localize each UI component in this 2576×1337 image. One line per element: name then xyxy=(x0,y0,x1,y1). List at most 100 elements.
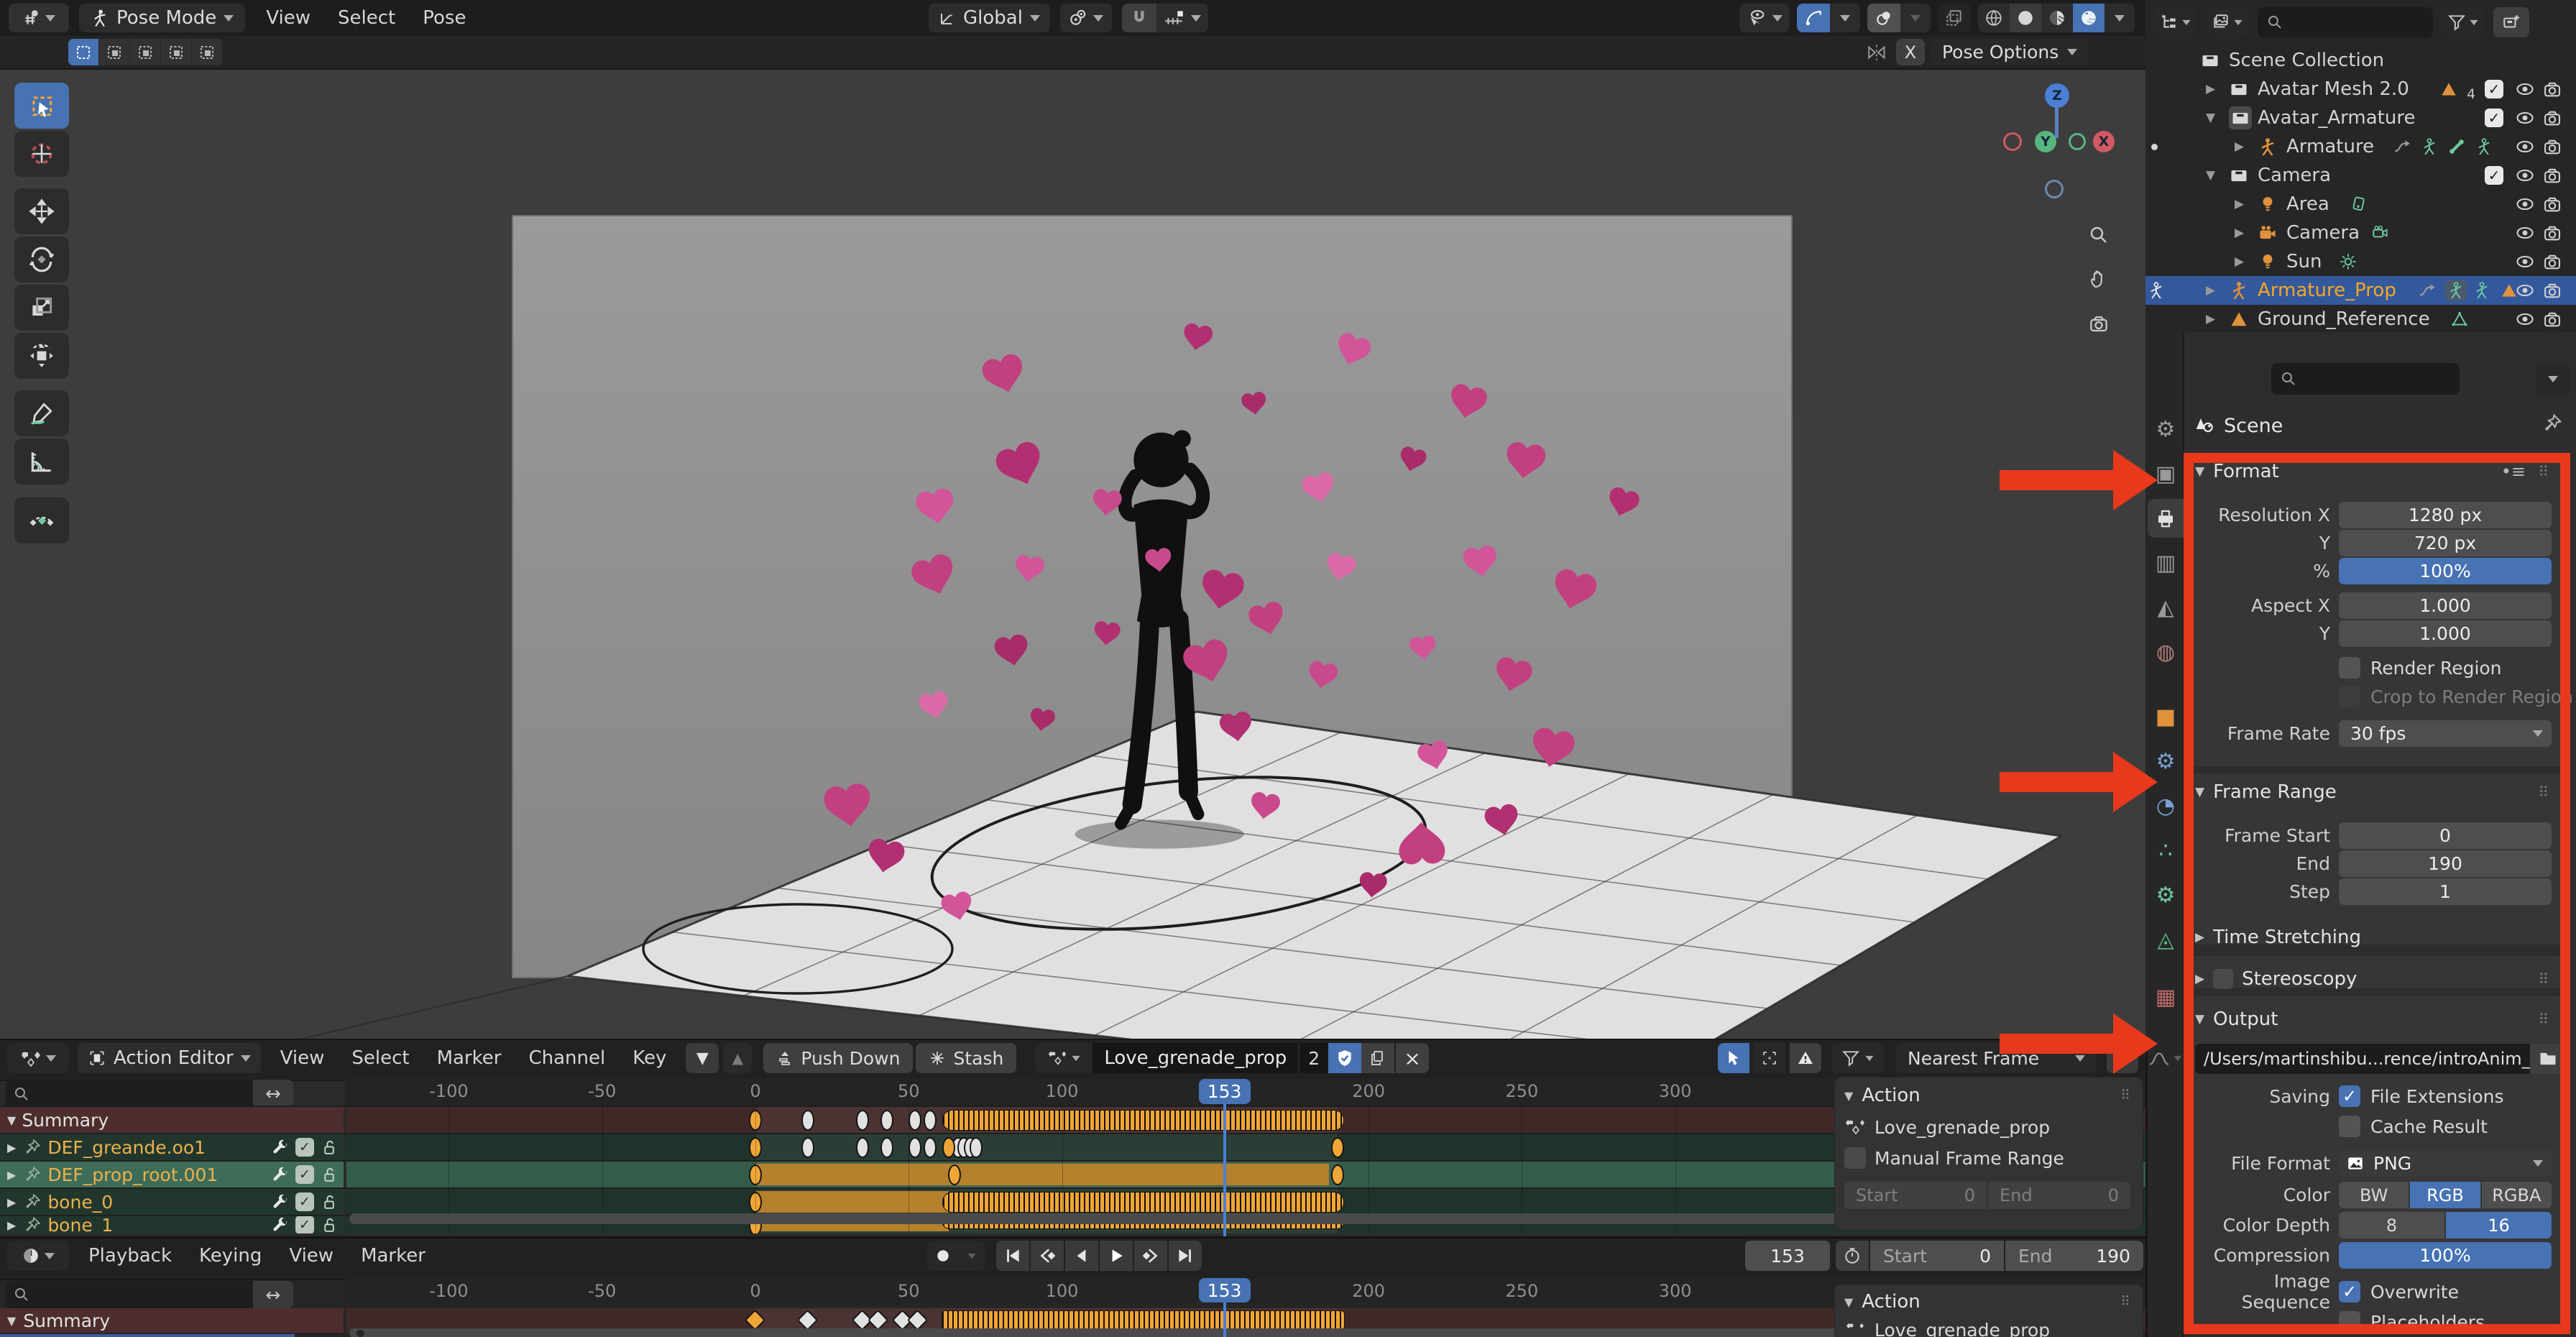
prop---field[interactable]: 100% xyxy=(2339,558,2552,584)
outliner-search[interactable] xyxy=(2258,7,2433,37)
menu-pose[interactable]: Pose xyxy=(409,4,479,32)
gizmo-x-axis[interactable]: X xyxy=(2093,131,2115,152)
prop-check-crop-to-render-region[interactable]: Crop to Render Region xyxy=(2339,684,2573,709)
gizmo-y-axis[interactable]: Y xyxy=(2035,131,2056,152)
keyframe[interactable] xyxy=(908,1110,921,1131)
pose-options-dropdown[interactable]: Pose Options xyxy=(1931,39,2089,65)
prev-key-button[interactable] xyxy=(1031,1241,1064,1271)
timeline-playhead-line[interactable] xyxy=(1223,1302,1226,1337)
action-users-button[interactable]: 2 xyxy=(1298,1043,1328,1073)
wrench-icon[interactable] xyxy=(272,1166,290,1184)
keyframe[interactable] xyxy=(908,1137,921,1158)
menu-view[interactable]: View xyxy=(252,4,324,32)
dope-mode-selector[interactable]: Action Editor xyxy=(78,1043,261,1073)
select-mode-subtract[interactable] xyxy=(130,39,160,65)
pin-icon[interactable] xyxy=(2542,413,2563,434)
lock-open-icon[interactable] xyxy=(320,1193,338,1211)
prop-aspect-x-field[interactable]: 1.000 xyxy=(2339,592,2552,619)
next-key-button[interactable] xyxy=(1134,1241,1167,1271)
properties-tab-constraint[interactable]: ⚙ xyxy=(2148,876,2184,914)
timeline-search[interactable] xyxy=(6,1281,253,1308)
proportional-falloff-selector[interactable] xyxy=(1830,4,1860,32)
channel-enable-checkbox[interactable]: ✓ xyxy=(295,1165,314,1184)
expander-icon[interactable]: ▶ xyxy=(7,1218,16,1232)
prop-end-field[interactable]: 190 xyxy=(2339,850,2552,877)
dope-collapse-button[interactable]: ▲ xyxy=(723,1043,752,1073)
expander-icon[interactable]: ▶ xyxy=(7,1168,16,1182)
expander-icon[interactable]: ▶ xyxy=(7,1141,16,1154)
keyframe-selected[interactable] xyxy=(1331,1137,1344,1158)
wrench-icon[interactable] xyxy=(272,1216,290,1233)
tool-transform[interactable] xyxy=(14,333,69,379)
properties-tab-physics[interactable]: ◔ xyxy=(2148,786,2184,825)
wrench-icon[interactable] xyxy=(272,1193,290,1211)
outliner-item-label[interactable]: Camera xyxy=(2258,165,2331,186)
output-path-field[interactable]: /Users/martinshibu...rence/introAnim_03 xyxy=(2195,1044,2530,1074)
pin-icon[interactable] xyxy=(23,1216,42,1233)
panel-collapsed-time-stretching[interactable]: ▶Time Stretching xyxy=(2195,923,2554,952)
dope-falloff-selector[interactable] xyxy=(2143,1043,2189,1073)
stereoscopy-checkbox[interactable] xyxy=(2213,969,2233,989)
overlays-dropdown[interactable] xyxy=(1900,4,1931,32)
properties-tab-texture[interactable]: ▦ xyxy=(2148,978,2184,1016)
tool-cursor[interactable] xyxy=(14,131,69,177)
timeline-editor-type-button[interactable] xyxy=(7,1241,69,1271)
proportional-edit-toggle[interactable] xyxy=(1797,4,1830,32)
manual-frame-range-checkbox[interactable] xyxy=(1844,1147,1866,1169)
dope-menu-marker[interactable]: Marker xyxy=(423,1043,515,1073)
keyframe[interactable] xyxy=(801,1137,814,1158)
timeline-menu-view[interactable]: View xyxy=(275,1241,347,1271)
properties-tab-viewlayer[interactable]: ▥ xyxy=(2148,543,2184,582)
checkbox[interactable] xyxy=(2339,657,2360,679)
prop-frame-rate-field[interactable]: 30 fps xyxy=(2339,720,2552,747)
show-hidden-toggle[interactable] xyxy=(1754,1043,1785,1073)
camera-restrict-icon[interactable] xyxy=(2542,252,2562,272)
outliner-item-label[interactable]: Sun xyxy=(2286,251,2322,272)
xray-toggle[interactable] xyxy=(1938,4,1971,32)
mirror-x-icon[interactable] xyxy=(1866,42,1890,63)
only-selected-toggle[interactable] xyxy=(1718,1043,1749,1073)
jump-end-button[interactable] xyxy=(1169,1241,1202,1271)
expander-icon[interactable]: ▶ xyxy=(2206,82,2215,96)
dope-editor-type-button[interactable] xyxy=(7,1043,69,1073)
shading-dropdown[interactable] xyxy=(2104,4,2135,32)
dope-filter-dropdown[interactable]: ▼ xyxy=(686,1043,719,1073)
checkbox[interactable] xyxy=(2339,1311,2360,1333)
dense-keyframes[interactable] xyxy=(942,1310,1346,1330)
lock-open-icon[interactable] xyxy=(320,1216,338,1233)
expander-icon[interactable]: ▶ xyxy=(2235,254,2244,269)
prop-step-field[interactable]: 1 xyxy=(2339,878,2552,905)
outliner-item-label[interactable]: Area xyxy=(2286,193,2329,215)
use-preview-range-toggle[interactable] xyxy=(1836,1241,1869,1271)
dope-menu-channel[interactable]: Channel xyxy=(515,1043,619,1073)
timeline-menu-playback[interactable]: Playback xyxy=(75,1241,185,1271)
timeline-playhead-badge[interactable]: 153 xyxy=(1199,1278,1251,1302)
timeline-menu-keying[interactable]: Keying xyxy=(185,1241,275,1271)
camera-restrict-icon[interactable] xyxy=(2542,79,2562,99)
channel-enable-checkbox[interactable]: ✓ xyxy=(295,1193,314,1211)
prev-frame-button[interactable] xyxy=(1065,1241,1098,1271)
eye-icon[interactable] xyxy=(2515,309,2535,329)
dope-playhead-line[interactable] xyxy=(1223,1104,1226,1236)
prop-check-overwrite[interactable]: ✓Overwrite xyxy=(2339,1279,2459,1304)
channel-row-def_greande.oo1[interactable]: ▶DEF_greande.oo1 ✓ xyxy=(0,1134,344,1160)
dense-keyframes[interactable] xyxy=(942,1192,1345,1213)
eye-icon[interactable] xyxy=(2515,280,2535,300)
tool-move[interactable] xyxy=(14,188,69,234)
prop-check-cache-result[interactable]: Cache Result xyxy=(2339,1114,2488,1139)
select-mode-intersect[interactable] xyxy=(192,39,222,65)
prop-y-field[interactable]: 720 px xyxy=(2339,530,2552,556)
gizmo-x-neg-axis[interactable] xyxy=(2003,132,2022,151)
tool-measure[interactable] xyxy=(14,438,69,484)
shading-solid-button[interactable] xyxy=(2010,4,2041,32)
overlays-toggle[interactable] xyxy=(1867,4,1900,32)
gizmo-y-neg-axis[interactable] xyxy=(2069,133,2086,150)
channel-filter-toggle[interactable]: ↔ xyxy=(253,1080,293,1108)
checkbox[interactable]: ✓ xyxy=(2339,1085,2360,1107)
outliner-row[interactable]: ▶Camera xyxy=(2145,219,2576,247)
select-mode-invert[interactable] xyxy=(161,39,191,65)
dope-menu-key[interactable]: Key xyxy=(619,1043,680,1073)
camera-restrict-icon[interactable] xyxy=(2542,165,2562,185)
lock-open-icon[interactable] xyxy=(320,1139,338,1157)
frame-start-field[interactable]: Start 0 xyxy=(1870,1241,2004,1271)
